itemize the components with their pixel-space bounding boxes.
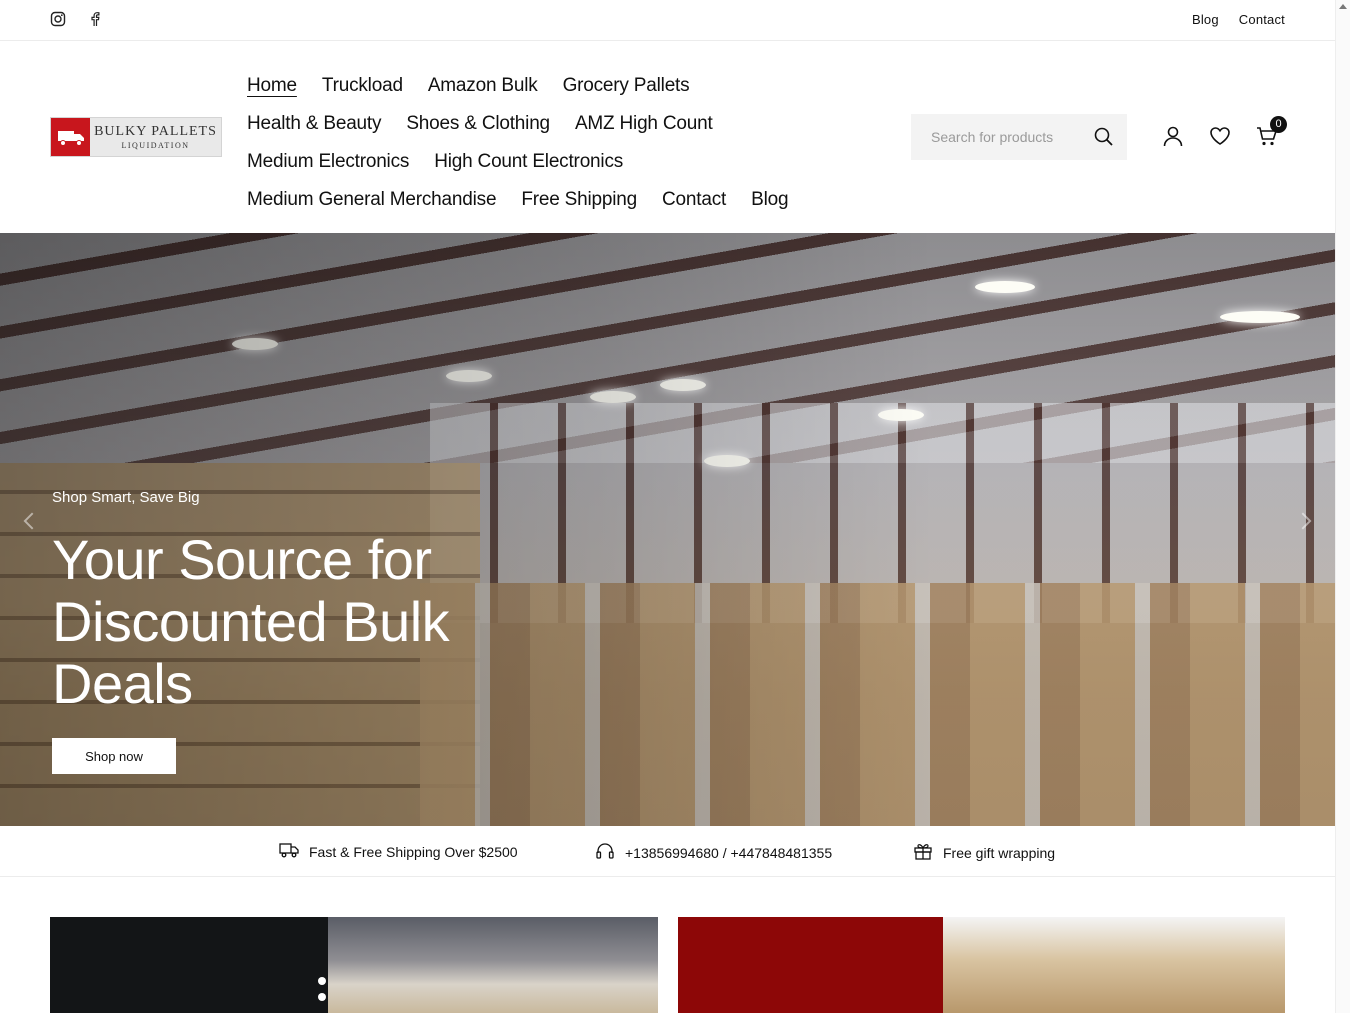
nav-row: Health & Beauty Shoes & Clothing AMZ Hig… (247, 105, 847, 143)
feature-shipping-text: Fast & Free Shipping Over $2500 (309, 843, 518, 860)
nav-medium-electronics[interactable]: Medium Electronics (247, 151, 409, 173)
top-links: Blog Contact (1192, 12, 1285, 27)
banner-dots (318, 977, 326, 1009)
social-links (50, 11, 104, 28)
header-icons: 0 (1162, 116, 1287, 147)
hero-slider: Shop Smart, Save Big Your Source for Dis… (0, 233, 1335, 826)
nav-amazon-bulk[interactable]: Amazon Bulk (428, 75, 538, 97)
truck-icon (279, 842, 299, 861)
headset-icon (595, 842, 615, 863)
logo-truck-icon (51, 118, 90, 156)
logo-subtitle: LIQUIDATION (121, 140, 190, 150)
feature-phone: +13856994680 / +447848481355 (595, 842, 832, 863)
top-bar: Blog Contact (0, 0, 1335, 41)
heart-icon[interactable] (1209, 125, 1231, 147)
top-link-blog[interactable]: Blog (1192, 12, 1219, 27)
hero-title: Your Source for Discounted Bulk Deals (52, 528, 450, 715)
promo-banner-left-image (328, 917, 658, 1013)
nav-health-beauty[interactable]: Health & Beauty (247, 113, 382, 135)
nav-home[interactable]: Home (247, 75, 297, 97)
promo-banner-right-image (943, 917, 1285, 1013)
features-bar: Fast & Free Shipping Over $2500 +1385699… (0, 826, 1335, 877)
promo-banner-right[interactable] (678, 917, 1285, 1013)
facebook-icon[interactable] (87, 11, 104, 28)
hero-eyebrow: Shop Smart, Save Big (52, 489, 200, 506)
nav-row: Home Truckload Amazon Bulk Grocery Palle… (247, 67, 847, 105)
shop-now-button[interactable]: Shop now (52, 738, 176, 774)
cart-icon[interactable]: 0 (1256, 116, 1287, 147)
nav-shoes-clothing[interactable]: Shoes & Clothing (406, 113, 550, 135)
search-icon[interactable] (1093, 126, 1115, 153)
user-icon[interactable] (1162, 125, 1184, 147)
promo-banner-left[interactable] (50, 917, 658, 1013)
feature-gift-text: Free gift wrapping (943, 844, 1056, 861)
nav-blog[interactable]: Blog (751, 189, 788, 211)
nav-high-count-electronics[interactable]: High Count Electronics (434, 151, 623, 173)
cart-count-badge: 0 (1270, 116, 1287, 133)
logo-title: BULKY PALLETS (94, 123, 217, 139)
nav-row: Medium Electronics High Count Electronic… (247, 143, 847, 181)
nav-medium-general-merchandise[interactable]: Medium General Merchandise (247, 189, 497, 211)
scroll-up-icon[interactable] (1339, 4, 1347, 9)
feature-gift: Free gift wrapping (913, 842, 1055, 863)
logo[interactable]: BULKY PALLETS LIQUIDATION (50, 117, 222, 157)
nav-truckload[interactable]: Truckload (322, 75, 403, 97)
feature-shipping: Fast & Free Shipping Over $2500 (279, 842, 518, 861)
page-scrollbar[interactable] (1335, 0, 1350, 1013)
search-input[interactable] (931, 129, 1086, 145)
nav-contact[interactable]: Contact (662, 189, 726, 211)
nav-row: Medium General Merchandise Free Shipping… (247, 181, 847, 219)
logo-text: BULKY PALLETS LIQUIDATION (90, 123, 221, 150)
instagram-icon[interactable] (50, 11, 67, 28)
search-box (911, 114, 1127, 160)
top-link-contact[interactable]: Contact (1239, 12, 1285, 27)
site-header: BULKY PALLETS LIQUIDATION Home Truckload… (0, 41, 1335, 233)
nav-free-shipping[interactable]: Free Shipping (521, 189, 637, 211)
feature-phone-text[interactable]: +13856994680 / +447848481355 (625, 845, 832, 861)
nav-grocery-pallets[interactable]: Grocery Pallets (563, 75, 690, 97)
nav-amz-high-count[interactable]: AMZ High Count (575, 113, 713, 135)
gift-icon (913, 842, 933, 863)
main-nav: Home Truckload Amazon Bulk Grocery Palle… (247, 67, 847, 219)
